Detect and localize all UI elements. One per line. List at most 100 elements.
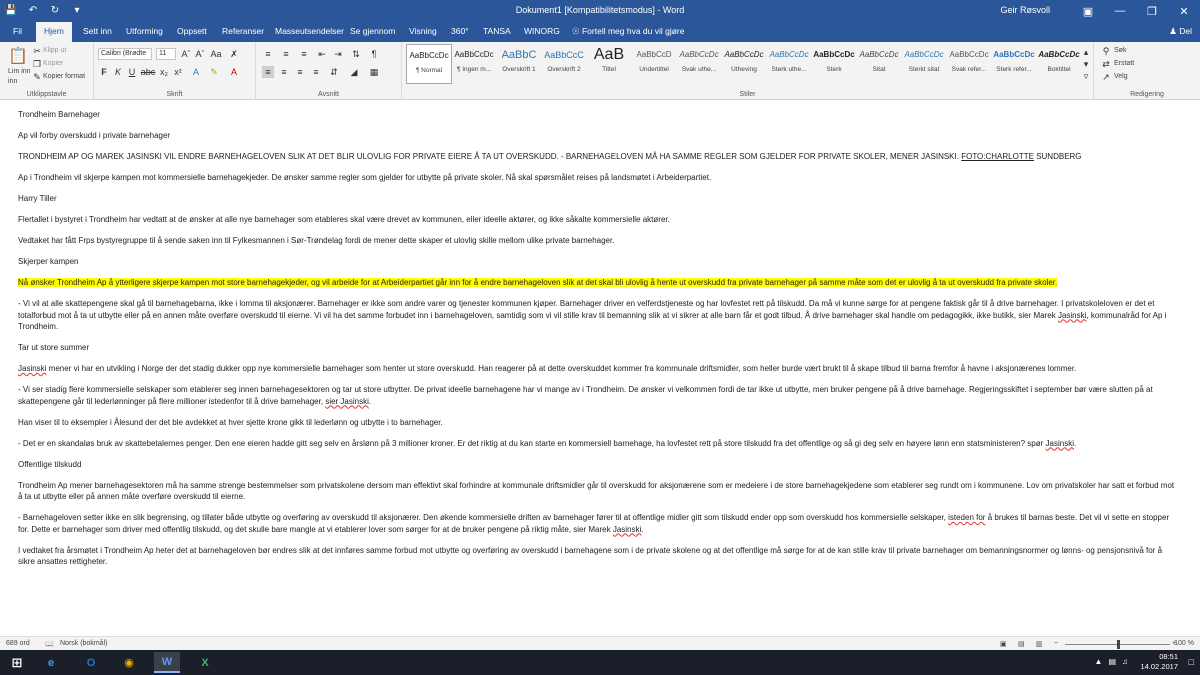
strikethrough-icon[interactable]: abc [141, 66, 156, 78]
show-formatting-icon[interactable]: ¶ [368, 48, 380, 60]
style-item[interactable]: AaBbCcDc ¶ Ingen m... [451, 44, 497, 84]
subscript-icon[interactable]: x₂ [158, 66, 170, 78]
select-button[interactable]: Velg [1114, 73, 1128, 80]
tab-view[interactable]: Visning [409, 26, 437, 36]
align-center-icon[interactable]: ≡ [278, 66, 290, 78]
shading-icon[interactable]: ◢ [348, 66, 360, 78]
style-item[interactable]: AaBbC Overskrift 1 [496, 44, 542, 84]
paste-icon[interactable]: 📋 [8, 46, 28, 66]
change-case-icon[interactable]: Aa [210, 48, 222, 60]
cut-icon[interactable]: ✂ [31, 45, 43, 57]
increase-indent-icon[interactable]: ⇥ [332, 48, 344, 60]
shrink-font-icon[interactable]: Aˇ [194, 48, 206, 60]
spellcheck-word[interactable]: isteden for [948, 513, 985, 522]
tab-file[interactable]: Fil [13, 26, 22, 36]
share-button[interactable]: ♟ Del [1169, 26, 1192, 37]
style-item[interactable]: AaBbCcDc Sitat [856, 44, 902, 84]
document-area[interactable]: Trondheim Barnehager Ap vil forby oversk… [0, 100, 1200, 636]
text-effects-icon[interactable]: A [190, 66, 202, 78]
zoom-level[interactable]: 100 % [1174, 640, 1194, 647]
notifications-icon[interactable]: □ [1189, 657, 1194, 667]
excel-icon[interactable]: X [192, 652, 218, 673]
photo-credit-link[interactable]: FOTO:CHARLOTTE [961, 152, 1034, 161]
ribbon-display-icon[interactable]: ▣ [1072, 0, 1104, 22]
language-indicator[interactable]: Norsk (bokmål) [60, 640, 107, 647]
tab-home[interactable]: Hjem [36, 22, 72, 42]
web-layout-icon[interactable]: ▥ [1036, 640, 1043, 648]
taskbar-clock[interactable]: 08:51 14.02.2017 [1140, 652, 1178, 672]
tab-review[interactable]: Se gjennom [350, 26, 395, 36]
clear-formatting-icon[interactable]: ✗ [228, 48, 240, 60]
styles-more-icon[interactable]: ▿ [1080, 70, 1092, 82]
superscript-icon[interactable]: x² [172, 66, 184, 78]
decrease-indent-icon[interactable]: ⇤ [316, 48, 328, 60]
find-button[interactable]: Søk [1114, 47, 1126, 54]
tab-design[interactable]: Utforming [126, 26, 163, 36]
style-item[interactable]: AaBbCcDc Sterk [811, 44, 857, 84]
windows-start-icon[interactable]: ⊞ [4, 652, 30, 673]
print-layout-icon[interactable]: ▤ [1018, 640, 1025, 648]
user-name[interactable]: Geir Røsvoll [1000, 5, 1050, 15]
network-icon[interactable]: ▤ [1108, 657, 1116, 666]
font-color-icon[interactable]: A [228, 66, 240, 78]
borders-icon[interactable]: ▦ [368, 66, 380, 78]
bullets-icon[interactable]: ≡ [262, 48, 274, 60]
style-item[interactable]: AaBbCcDc Boktittel [1036, 44, 1082, 84]
tab-winorg[interactable]: WINORG [524, 26, 560, 36]
line-spacing-icon[interactable]: ⇵ [328, 66, 340, 78]
style-item[interactable]: AaBbCcDc Svak refer... [946, 44, 992, 84]
read-mode-icon[interactable]: ▣ [1000, 640, 1007, 648]
replace-button[interactable]: Erstatt [1114, 60, 1134, 67]
paste-button[interactable]: Lim inn [8, 68, 31, 75]
style-item[interactable]: AaBbCcDc ¶ Normal [406, 44, 452, 84]
style-item[interactable]: AaBbCcDc Sterk refer... [991, 44, 1037, 84]
close-icon[interactable]: ✕ [1168, 0, 1200, 22]
align-left-icon[interactable]: ≡ [262, 66, 274, 78]
tab-360[interactable]: 360° [451, 26, 469, 36]
spellcheck-word[interactable]: Jasinski [1046, 439, 1074, 448]
font-name-box[interactable]: Calibri (Brødte [98, 48, 152, 60]
chrome-icon[interactable]: ◉ [116, 652, 142, 673]
word-icon[interactable]: W [154, 652, 180, 673]
multilevel-list-icon[interactable]: ≡ [298, 48, 310, 60]
numbering-icon[interactable]: ≡ [280, 48, 292, 60]
tell-me-box[interactable]: ☉ Fortell meg hva du vil gjøre [572, 26, 685, 37]
style-item[interactable]: AaBbCcDc Sterkt sitat [901, 44, 947, 84]
justify-icon[interactable]: ≡ [310, 66, 322, 78]
highlight-icon[interactable]: ✎ [208, 66, 220, 78]
zoom-slider-thumb[interactable] [1116, 640, 1120, 649]
internet-explorer-icon[interactable]: e [38, 652, 64, 673]
format-painter-button[interactable]: Kopier format [43, 73, 85, 80]
sort-icon[interactable]: ⇅ [350, 48, 362, 60]
cut-button[interactable]: Klipp ut [43, 47, 66, 54]
tab-layout[interactable]: Oppsett [177, 26, 207, 36]
word-count[interactable]: 689 ord [6, 640, 30, 647]
style-item[interactable]: AaBbCcDc Sterk uthe... [766, 44, 812, 84]
proofing-icon[interactable]: 📖 [45, 640, 54, 648]
font-size-box[interactable]: 11 [156, 48, 176, 60]
style-item[interactable]: AaBbCcDc Svak uthe... [676, 44, 722, 84]
document-body[interactable]: Trondheim Barnehager Ap vil forby oversk… [18, 109, 1178, 577]
spellcheck-word[interactable]: sier Jasinski [325, 397, 369, 406]
italic-icon[interactable]: K [112, 66, 124, 78]
volume-icon[interactable]: ♫ [1122, 657, 1128, 666]
bold-icon[interactable]: F [98, 66, 110, 78]
style-item[interactable]: AaBbCcC Overskrift 2 [541, 44, 587, 84]
tray-apps-icon[interactable]: ▲ [1095, 657, 1103, 666]
spellcheck-word[interactable]: Jasinski [613, 525, 641, 534]
style-item[interactable]: AaBbCcDc Utheving [721, 44, 767, 84]
spellcheck-word[interactable]: Jasinski [18, 364, 46, 373]
copy-button[interactable]: Kopier [43, 60, 63, 67]
underline-icon[interactable]: U [126, 66, 138, 78]
spellcheck-word[interactable]: Jasinski [1058, 311, 1086, 320]
zoom-out-icon[interactable]: − [1054, 640, 1058, 647]
tab-tansa[interactable]: TANSA [483, 26, 511, 36]
minimize-icon[interactable]: — [1104, 0, 1136, 22]
style-item[interactable]: AaB Tittel [586, 44, 632, 84]
tab-references[interactable]: Referanser [222, 26, 264, 36]
style-item[interactable]: AaBbCcD Undertittel [631, 44, 677, 84]
maximize-icon[interactable]: ❐ [1136, 0, 1168, 22]
align-right-icon[interactable]: ≡ [294, 66, 306, 78]
outlook-icon[interactable]: O [78, 652, 104, 673]
copy-icon[interactable]: ❐ [31, 58, 43, 70]
